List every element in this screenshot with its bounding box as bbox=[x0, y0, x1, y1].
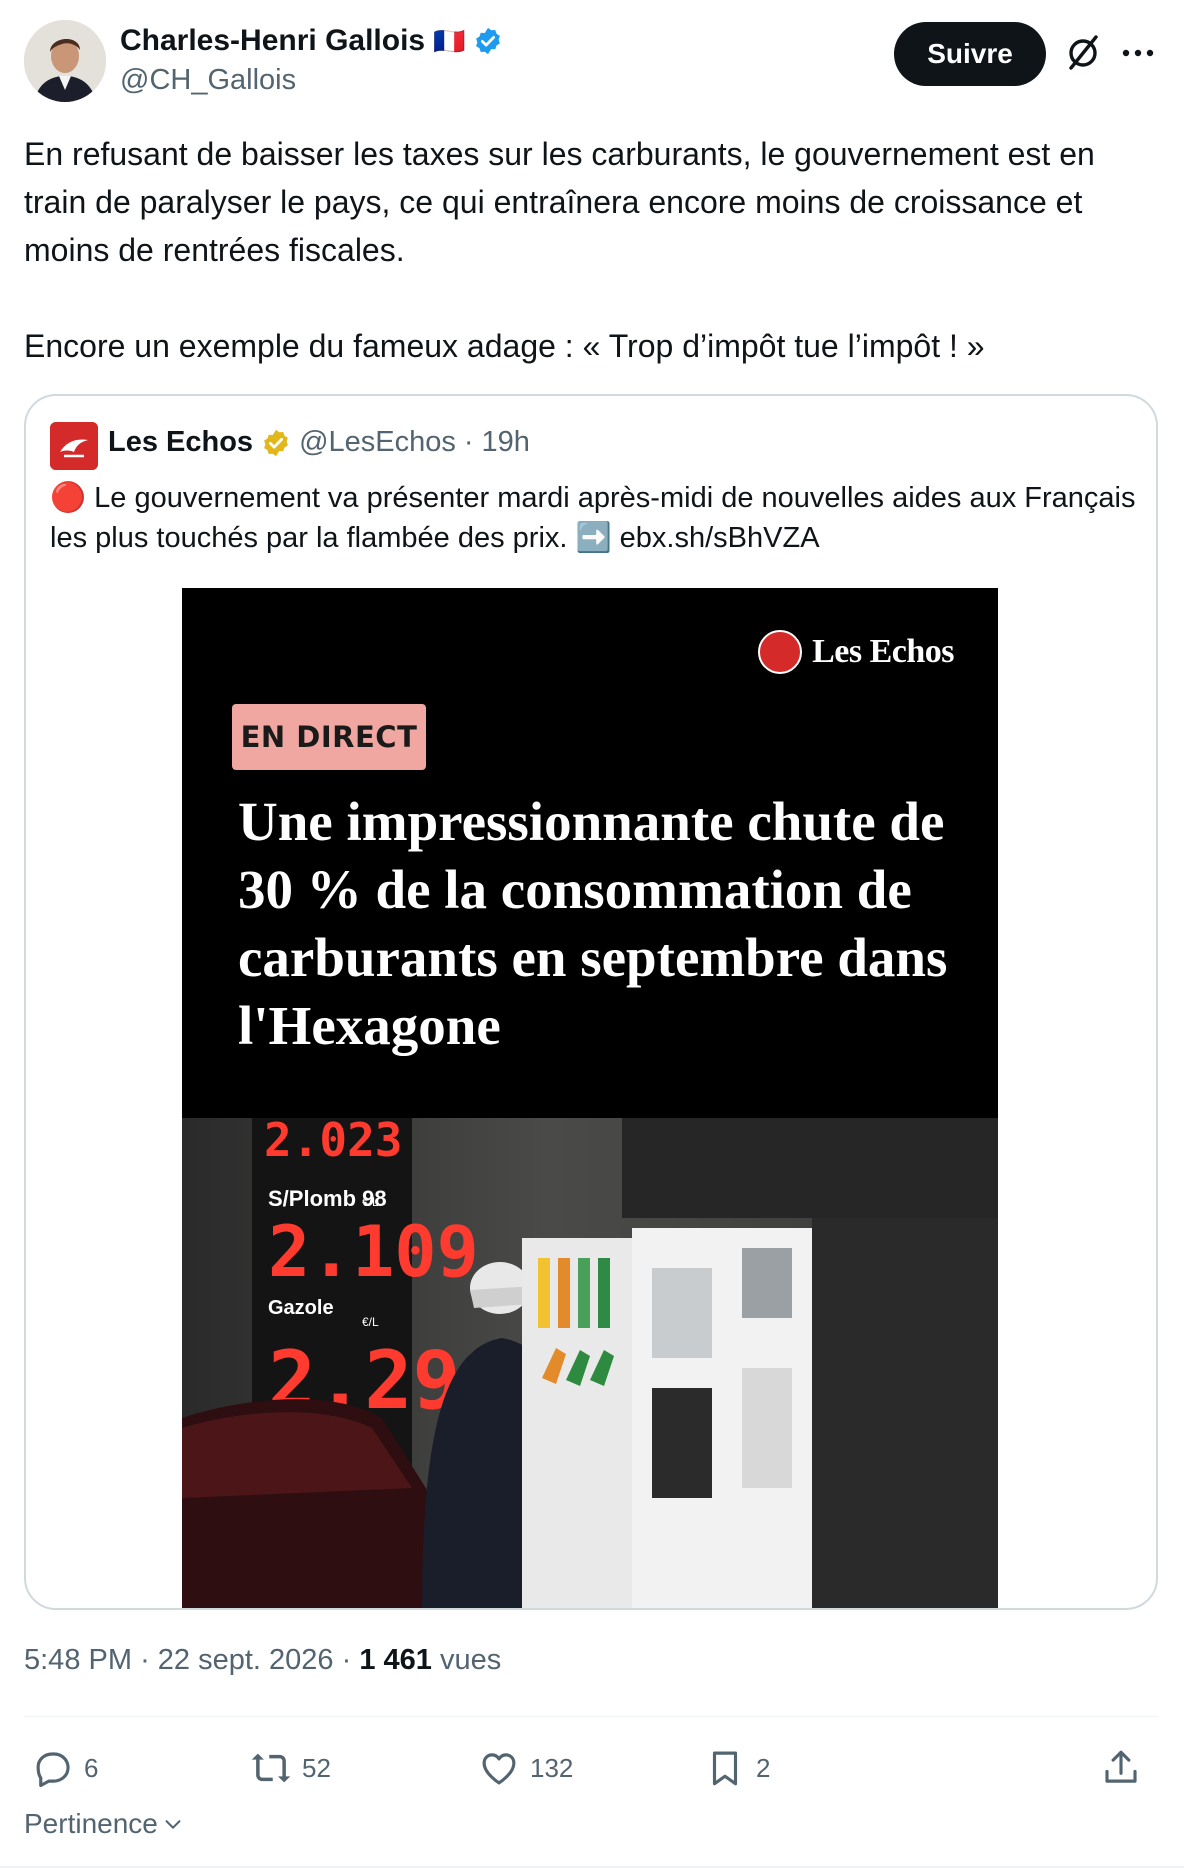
les-echos-logo-icon bbox=[758, 630, 803, 674]
repost-button[interactable]: 52 bbox=[250, 1740, 331, 1796]
tweet-time[interactable]: 5:48 PM bbox=[24, 1644, 132, 1676]
bookmark-icon bbox=[712, 1751, 738, 1786]
author-handle[interactable]: @CH_Gallois bbox=[120, 64, 296, 97]
fuel-station-photo: 2.023 S/Plomb 98 €/L 2.109 Gazole €/L 2.… bbox=[182, 1118, 998, 1608]
like-button[interactable]: 132 bbox=[478, 1740, 573, 1796]
share-button[interactable] bbox=[1100, 1740, 1142, 1796]
tweet-paragraph: Encore un exemple du fameux adage : « Tr… bbox=[24, 328, 985, 364]
pump-display-2: 2.109 bbox=[268, 1211, 479, 1293]
quote-separator: · bbox=[463, 426, 474, 458]
quote-author-handle[interactable]: @LesEchos bbox=[299, 426, 456, 459]
repost-icon bbox=[251, 1753, 291, 1783]
reply-count: 6 bbox=[84, 1752, 99, 1783]
author-avatar[interactable] bbox=[24, 20, 106, 102]
tweet-text: En refusant de baisser les taxes sur les… bbox=[24, 130, 1164, 370]
tweet-paragraph: En refusant de baisser les taxes sur les… bbox=[24, 136, 1095, 268]
quote-media-image[interactable]: Les Echos EN DIRECT Une impressionnante … bbox=[182, 588, 998, 1608]
author-name[interactable]: Charles-Henri Gallois 🇫🇷 bbox=[120, 24, 503, 58]
pump-display-1: 2.023 bbox=[264, 1118, 402, 1167]
quote-avatar[interactable] bbox=[50, 422, 98, 470]
share-icon bbox=[1105, 1750, 1137, 1783]
more-icon[interactable] bbox=[1118, 36, 1158, 70]
follow-button[interactable]: Suivre bbox=[894, 22, 1046, 86]
reply-icon bbox=[36, 1752, 70, 1788]
reply-button[interactable]: 6 bbox=[32, 1740, 98, 1796]
les-echos-logo: Les Echos bbox=[758, 630, 954, 674]
quote-text-body: 🔴 Le gouvernement va présenter mardi apr… bbox=[50, 482, 1136, 554]
quote-link[interactable]: ebx.sh/sBhVZA bbox=[620, 522, 820, 554]
flag-france: 🇫🇷 bbox=[433, 25, 466, 56]
grok-icon[interactable] bbox=[1062, 32, 1104, 74]
verified-badge-icon bbox=[476, 27, 501, 55]
quote-author-name[interactable]: Les Echos bbox=[108, 426, 253, 459]
timestamp-separator: · bbox=[341, 1644, 352, 1676]
quote-text: 🔴 Le gouvernement va présenter mardi apr… bbox=[50, 478, 1140, 558]
views-label: vues bbox=[440, 1644, 502, 1676]
gold-verified-badge-icon bbox=[264, 429, 288, 456]
views-count: 1 461 bbox=[359, 1644, 432, 1676]
bookmark-button[interactable]: 2 bbox=[704, 1740, 770, 1796]
heart-icon bbox=[482, 1753, 516, 1785]
sort-label: Pertinence bbox=[24, 1808, 158, 1839]
like-count: 132 bbox=[530, 1752, 574, 1783]
repost-count: 52 bbox=[302, 1752, 331, 1783]
divider bbox=[24, 1716, 1158, 1717]
quote-header: Les Echos @LesEchos · 19h bbox=[108, 426, 530, 459]
timestamp-separator: · bbox=[140, 1644, 150, 1676]
action-bar: 6 52 132 2 bbox=[24, 1740, 1158, 1796]
replies-sort-dropdown[interactable]: Pertinence bbox=[24, 1808, 184, 1840]
tweet-date[interactable]: 22 sept. 2026 bbox=[158, 1644, 334, 1676]
chevron-down-icon bbox=[165, 1820, 181, 1829]
live-badge: EN DIRECT bbox=[232, 704, 426, 770]
media-headline: Une impressionnante chute de 30 % de la … bbox=[238, 791, 948, 1056]
pump-label-2: Gazole bbox=[268, 1297, 334, 1319]
tweet-timestamp: 5:48 PM · 22 sept. 2026 · 1 461 vues bbox=[24, 1644, 501, 1677]
bookmark-count: 2 bbox=[756, 1752, 771, 1783]
quote-time[interactable]: 19h bbox=[482, 426, 530, 459]
pump-unit-2: €/L bbox=[362, 1315, 379, 1329]
author-name-text: Charles-Henri Gallois bbox=[120, 24, 426, 57]
quoted-tweet-card[interactable]: Les Echos @LesEchos · 19h 🔴 Le gouvernem… bbox=[24, 394, 1158, 1610]
media-logo-text: Les Echos bbox=[812, 633, 954, 670]
pump-unit-1: €/L bbox=[362, 1195, 379, 1209]
